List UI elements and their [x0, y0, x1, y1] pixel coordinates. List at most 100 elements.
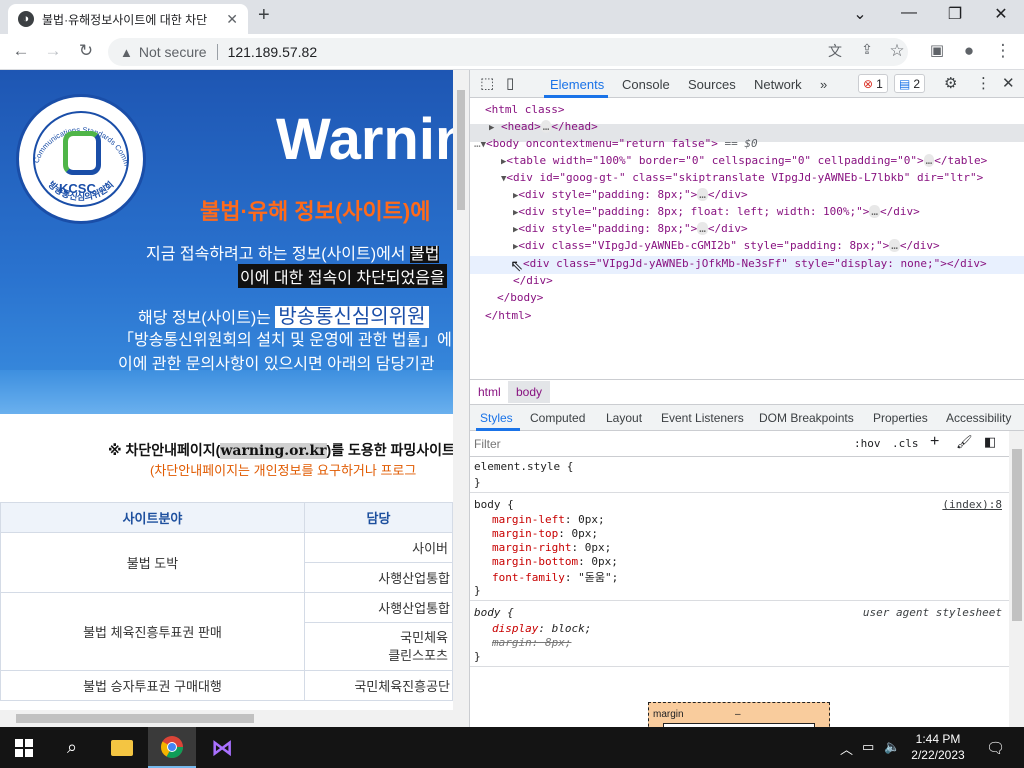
dom-node[interactable]: </body> — [497, 291, 543, 304]
warning-triangle-icon[interactable]: ▲ — [120, 45, 133, 60]
dom-ellipsis[interactable]: … — [697, 222, 708, 235]
device-toolbar-icon[interactable]: ▯ — [506, 74, 514, 92]
dom-node[interactable]: ▶<div class="VIpgJd-yAWNEb-cGMI2b" style… — [513, 239, 940, 252]
dom-node[interactable]: </html> — [485, 309, 531, 322]
css-declaration[interactable]: margin-left: 0px; — [492, 513, 605, 526]
css-declaration[interactable]: margin-top: 0px; — [492, 527, 598, 540]
chrome-taskbar-button[interactable] — [148, 727, 196, 768]
notification-center-icon[interactable]: 🗨 — [986, 739, 1005, 757]
dom-ellipsis[interactable]: … — [923, 154, 935, 167]
styles-scrollbar[interactable] — [1009, 431, 1024, 727]
dom-node[interactable]: ▼<div id="goog-gt-" class="skiptranslate… — [501, 171, 983, 184]
rule-selector[interactable]: element.style { — [474, 460, 573, 473]
restore-button[interactable]: ❐ — [940, 4, 970, 24]
translate-icon[interactable]: 文 — [824, 41, 846, 61]
browser-tab[interactable]: ◑ 불법·유해정보사이트에 대한 차단 ✕ — [8, 4, 248, 34]
dom-node[interactable]: ▶<div style="padding: 8px;">… </div> — [513, 222, 748, 235]
tray-chevron-icon[interactable]: ︿ — [840, 739, 853, 758]
line1-text: 지금 접속하려고 하는 정보(사이트)에서 — [146, 246, 410, 263]
close-window-button[interactable]: ✕ — [986, 4, 1016, 24]
dom-node[interactable]: <div class="VIpgJd-yAWNEb-jOfkMb-Ne3sFf"… — [523, 257, 987, 270]
box-model-margin-label: margin — [653, 709, 684, 720]
close-devtools-icon[interactable]: ✕ — [1002, 74, 1015, 92]
settings-gear-icon[interactable]: ⚙ — [944, 74, 957, 92]
forward-arrow-icon[interactable]: → — [42, 41, 64, 61]
tab-layout[interactable]: Layout — [606, 411, 642, 425]
scroll-thumb[interactable] — [16, 714, 254, 723]
reload-icon[interactable]: ↻ — [75, 41, 97, 61]
security-label[interactable]: Not secure — [139, 44, 207, 60]
dom-ellipsis[interactable]: … — [869, 205, 881, 218]
message-count-badge[interactable]: ▤ 2 — [894, 74, 926, 93]
menu-kebab-icon[interactable]: ⋮ — [992, 41, 1014, 61]
toggle-sidebar-icon[interactable]: ◧ — [984, 434, 996, 450]
breadcrumb-body[interactable]: body — [508, 381, 551, 403]
address-bar[interactable]: ▲ Not secure 121.189.57.82 — [108, 38, 908, 66]
tab-event-listeners[interactable]: Event Listeners — [661, 411, 744, 425]
hov-toggle[interactable]: :hov — [854, 437, 881, 450]
breadcrumb-html[interactable]: html — [478, 385, 501, 399]
url-text[interactable]: 121.189.57.82 — [228, 44, 318, 60]
styles-filter-input[interactable] — [474, 435, 834, 453]
more-tabs-button[interactable]: » — [820, 77, 827, 92]
page-horizontal-scrollbar[interactable] — [0, 710, 469, 727]
dom-node[interactable]: ▶ <head>… </head> — [489, 120, 598, 133]
tab-dom-breakpoints[interactable]: DOM Breakpoints — [759, 411, 854, 425]
add-rule-icon[interactable]: + — [930, 433, 939, 451]
dom-ellipsis[interactable]: … — [697, 188, 708, 201]
dom-node[interactable]: ▶<div style="padding: 8px; float: left; … — [513, 205, 920, 218]
scroll-thumb[interactable] — [1012, 449, 1022, 621]
page-vertical-scrollbar[interactable] — [453, 70, 469, 710]
bookmark-star-icon[interactable]: ☆ — [886, 41, 908, 61]
start-button[interactable] — [0, 727, 48, 768]
dom-node-body[interactable]: …▼<body oncontextmenu="return false"> ==… — [474, 137, 758, 150]
visual-studio-button[interactable]: ⋈ — [198, 727, 246, 768]
search-button[interactable]: ⌕ — [48, 727, 96, 768]
dom-node[interactable]: <html class> — [485, 103, 564, 116]
tab-computed[interactable]: Computed — [530, 411, 585, 425]
error-count-badge[interactable]: ⊗ 1 — [858, 74, 888, 93]
expand-triangle-icon[interactable]: ▶ — [489, 123, 494, 133]
tab-search-icon[interactable]: ⌄ — [845, 4, 875, 24]
paint-brush-icon[interactable]: 🖌 — [956, 434, 973, 450]
tab-properties[interactable]: Properties — [873, 411, 928, 425]
rule-close: } — [474, 650, 481, 663]
rule-selector[interactable]: body { — [474, 498, 514, 511]
system-clock[interactable]: 1:44 PM 2/22/2023 — [902, 731, 974, 763]
cls-toggle[interactable]: .cls — [892, 437, 919, 450]
tab-sources[interactable]: Sources — [688, 77, 736, 92]
tab-close-icon[interactable]: ✕ — [226, 11, 238, 28]
tab-accessibility[interactable]: Accessibility — [946, 411, 1011, 425]
side-panel-icon[interactable]: ▣ — [926, 41, 948, 59]
dom-ellipsis[interactable]: … — [889, 239, 900, 252]
notice-prefix: ※ 차단안내페이지( — [108, 442, 221, 458]
share-icon[interactable]: ⇪ — [856, 41, 878, 58]
back-arrow-icon[interactable]: ← — [10, 41, 32, 61]
css-prop: margin-bottom — [492, 555, 579, 568]
minimize-button[interactable]: — — [894, 4, 924, 22]
notice-site[interactable]: warning.or.kr — [220, 443, 327, 459]
scroll-thumb[interactable] — [457, 90, 465, 210]
tab-console[interactable]: Console — [622, 77, 670, 92]
tab-elements[interactable]: Elements — [550, 77, 604, 92]
profile-avatar-icon[interactable]: ● — [958, 41, 980, 61]
rule-selector[interactable]: body { — [474, 606, 514, 619]
dom-node[interactable]: ▶<table width="100%" border="0" cellspac… — [501, 154, 987, 167]
clock-date: 2/22/2023 — [911, 748, 965, 762]
css-value: 0px; — [578, 513, 605, 526]
css-declaration[interactable]: margin-bottom: 0px; — [492, 555, 618, 568]
tab-network[interactable]: Network — [754, 77, 802, 92]
rule-source-link[interactable]: (index):8 — [942, 498, 1002, 511]
volume-muted-icon[interactable]: 🔈 — [884, 739, 900, 755]
tab-styles[interactable]: Styles — [480, 411, 513, 425]
devtools-menu-icon[interactable]: ⋮ — [976, 74, 991, 92]
inspect-element-icon[interactable]: ⬚ — [480, 74, 494, 92]
dom-node[interactable]: ▶<div style="padding: 8px;">… </div> — [513, 188, 748, 201]
dom-ellipsis[interactable]: … — [540, 120, 552, 133]
file-explorer-button[interactable] — [98, 727, 146, 768]
css-declaration[interactable]: font-family: "돋움"; — [492, 569, 618, 585]
network-icon[interactable]: ▭ — [862, 739, 874, 755]
css-declaration[interactable]: margin-right: 0px; — [492, 541, 611, 554]
new-tab-button[interactable]: + — [258, 4, 270, 27]
dom-tag: </div> — [899, 239, 940, 252]
